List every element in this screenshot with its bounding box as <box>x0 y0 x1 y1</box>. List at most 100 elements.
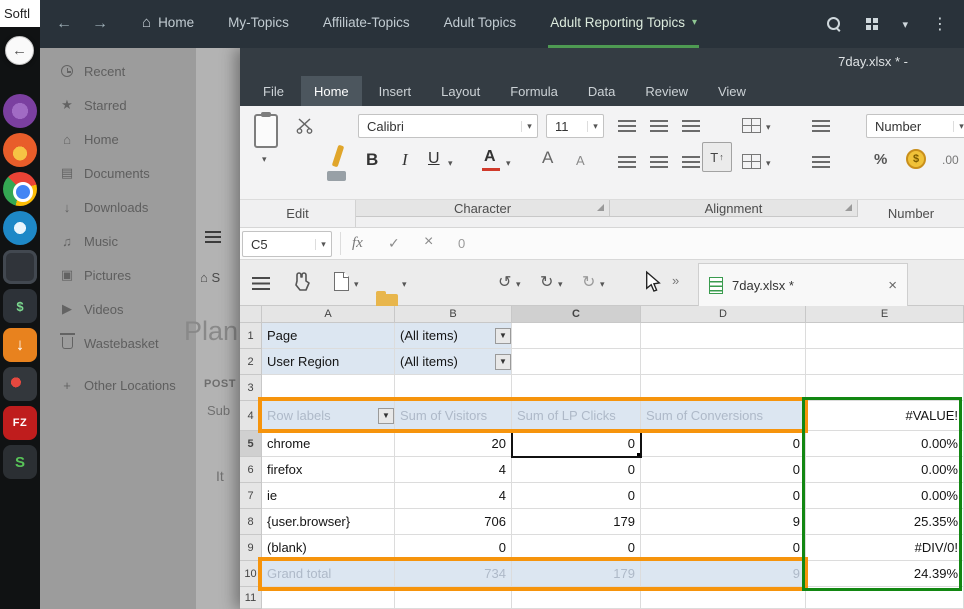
new-document-button[interactable] <box>334 272 349 291</box>
font-name-select[interactable]: Calibri ▾ <box>358 114 538 138</box>
cell-E4[interactable]: #VALUE! <box>806 401 964 431</box>
merge-dropdown-icon[interactable]: ▾ <box>766 122 771 133</box>
cell-B1[interactable]: (All items)▼ <box>395 323 512 349</box>
paste-dropdown-icon[interactable]: ▾ <box>262 154 267 165</box>
font-size-dropdown-icon[interactable]: ▾ <box>587 121 603 132</box>
cell-D2[interactable] <box>641 349 806 375</box>
cell-A8[interactable]: {user.browser} <box>262 509 395 535</box>
sidebar-item-pictures[interactable]: ▣Pictures <box>40 258 200 292</box>
apps-grid-icon[interactable] <box>866 18 878 30</box>
currency-style-button[interactable]: $ <box>906 149 926 169</box>
new-document-dropdown-icon[interactable]: ▾ <box>354 279 359 290</box>
sidebar-item-recent[interactable]: Recent <box>40 54 200 88</box>
paste-button[interactable] <box>254 114 278 148</box>
cell-C2[interactable] <box>512 349 641 375</box>
merge-cells-icon[interactable] <box>742 118 761 133</box>
bold-button[interactable]: B <box>366 150 378 170</box>
underline-button[interactable]: U <box>428 150 440 168</box>
font-color-dropdown-icon[interactable]: ▾ <box>506 158 511 169</box>
more-tools-icon[interactable]: » <box>672 273 679 288</box>
open-file-dropdown-icon[interactable]: ▾ <box>402 279 407 290</box>
cell-C10[interactable]: 179 <box>512 561 641 587</box>
sidebar-item-starred[interactable]: ★Starred <box>40 88 200 122</box>
main-menu-icon[interactable] <box>252 277 270 290</box>
cell-E6[interactable]: 0.00% <box>806 457 964 483</box>
grow-font-button[interactable]: A <box>542 148 553 168</box>
underline-dropdown-icon[interactable]: ▾ <box>448 158 453 169</box>
repeat-dropdown-icon[interactable]: ▾ <box>600 279 605 290</box>
cell-E3[interactable] <box>806 375 964 401</box>
column-header-E[interactable]: E <box>806 306 964 323</box>
text-orientation-button[interactable]: T ↑ <box>702 142 732 172</box>
menu-insert[interactable]: Insert <box>366 76 425 106</box>
media-purple-icon[interactable] <box>3 94 37 128</box>
insert-function-button[interactable]: fx <box>352 235 363 252</box>
undo-button[interactable]: ↺ <box>498 272 511 292</box>
cell-C11[interactable] <box>512 587 641 609</box>
format-painter-button[interactable] <box>324 145 350 183</box>
cell-D9[interactable]: 0 <box>641 535 806 561</box>
cell-E5[interactable]: 0.00% <box>806 431 964 457</box>
cell-E2[interactable] <box>806 349 964 375</box>
cell-C9[interactable]: 0 <box>512 535 641 561</box>
cell-D8[interactable]: 9 <box>641 509 806 535</box>
align-top-icon[interactable] <box>618 120 636 132</box>
cell-D10[interactable]: 9 <box>641 561 806 587</box>
nav-item-my-topics[interactable]: My-Topics <box>226 0 291 48</box>
undo-dropdown-icon[interactable]: ▾ <box>516 279 521 290</box>
indent-icon[interactable] <box>812 156 830 168</box>
select-pointer-button[interactable] <box>644 270 662 294</box>
row-header-3[interactable]: 3 <box>240 375 262 401</box>
row-header-2[interactable]: 2 <box>240 349 262 375</box>
cell-D7[interactable]: 0 <box>641 483 806 509</box>
cell-B6[interactable]: 4 <box>395 457 512 483</box>
filter-dropdown-icon[interactable]: ▼ <box>495 328 511 344</box>
row-header-7[interactable]: 7 <box>240 483 262 509</box>
number-format-dropdown-icon[interactable]: ▾ <box>953 121 964 132</box>
flame-orange-icon[interactable] <box>3 133 37 167</box>
cell-B8[interactable]: 706 <box>395 509 512 535</box>
camera-blue-icon[interactable] <box>3 211 37 245</box>
row-header-6[interactable]: 6 <box>240 457 262 483</box>
align-bottom-icon[interactable] <box>682 120 700 132</box>
redo-button[interactable]: ↻ <box>540 272 553 292</box>
menu-review[interactable]: Review <box>632 76 701 106</box>
sidebar-item-music[interactable]: ♫Music <box>40 224 200 258</box>
align-right-icon[interactable] <box>682 156 700 168</box>
filter-dropdown-icon[interactable]: ▼ <box>495 354 511 370</box>
cell-A6[interactable]: firefox <box>262 457 395 483</box>
align-left-icon[interactable] <box>618 156 636 168</box>
wrap-text-icon[interactable] <box>812 120 830 132</box>
nav-item-adult-topics[interactable]: Adult Topics <box>442 0 519 48</box>
editor-green-icon[interactable]: S <box>3 445 37 479</box>
pan-hand-button[interactable] <box>292 271 312 293</box>
window-titlebar[interactable]: 7day.xlsx * - <box>240 48 964 76</box>
cell-B11[interactable] <box>395 587 512 609</box>
row-header-10[interactable]: 10 <box>240 561 262 587</box>
font-size-select[interactable]: 11 ▾ <box>546 114 604 138</box>
cut-button[interactable] <box>296 118 314 134</box>
row-header-11[interactable]: 11 <box>240 587 262 609</box>
cell-A10[interactable]: Grand total <box>262 561 395 587</box>
number-format-select[interactable]: Number ▾ <box>866 114 964 138</box>
align-middle-icon[interactable] <box>650 120 668 132</box>
menu-formula[interactable]: Formula <box>497 76 571 106</box>
cell-B5[interactable]: 20 <box>395 431 512 457</box>
chevron-down-icon[interactable]: ▾ <box>902 18 908 31</box>
italic-button[interactable]: I <box>402 150 408 170</box>
nav-item-home[interactable]: ⌂Home <box>140 0 196 48</box>
cell-B2[interactable]: (All items)▼ <box>395 349 512 375</box>
row-header-4[interactable]: 4 <box>240 401 262 431</box>
cell-B9[interactable]: 0 <box>395 535 512 561</box>
redo-dropdown-icon[interactable]: ▾ <box>558 279 563 290</box>
cell-C3[interactable] <box>512 375 641 401</box>
menu-view[interactable]: View <box>705 76 759 106</box>
cell-D6[interactable]: 0 <box>641 457 806 483</box>
cell-A2[interactable]: User Region <box>262 349 395 375</box>
tab-close-icon[interactable]: × <box>888 277 897 294</box>
font-name-dropdown-icon[interactable]: ▾ <box>521 121 537 132</box>
search-icon[interactable] <box>826 16 842 32</box>
cell-C1[interactable] <box>512 323 641 349</box>
cell-A3[interactable] <box>262 375 395 401</box>
cell-B3[interactable] <box>395 375 512 401</box>
